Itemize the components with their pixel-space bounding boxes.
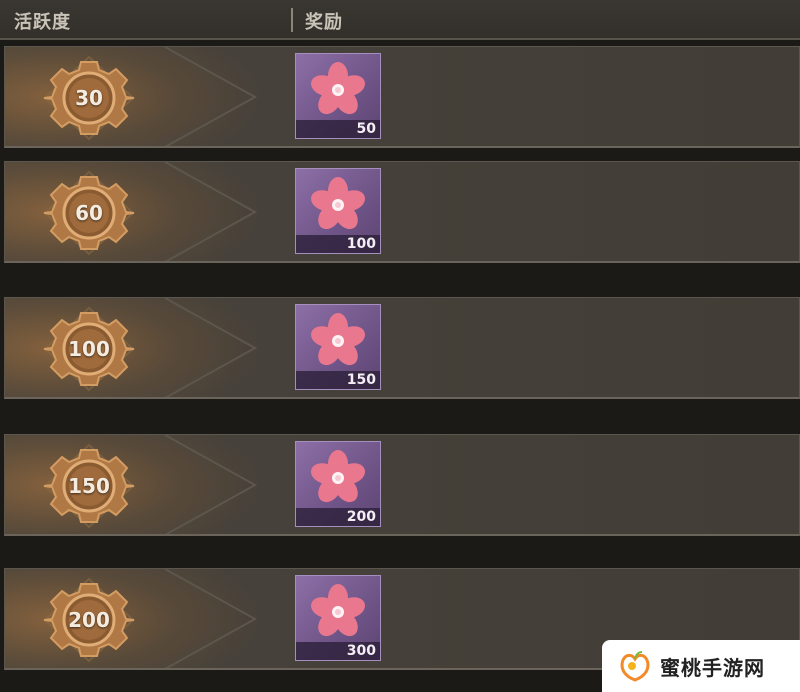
reward-row-1: 30 50 bbox=[4, 46, 800, 148]
pink-flower-icon bbox=[311, 177, 365, 230]
reward-quantity: 50 bbox=[356, 121, 376, 137]
pink-flower-icon bbox=[311, 313, 365, 366]
activity-value: 150 bbox=[68, 474, 110, 498]
chevron-decoration-icon bbox=[164, 435, 258, 534]
site-watermark: 蜜桃手游网 bbox=[602, 640, 800, 692]
reward-item-slot[interactable]: 50 bbox=[295, 53, 381, 139]
activity-value: 200 bbox=[68, 608, 110, 632]
reward-quantity: 150 bbox=[346, 372, 376, 388]
reward-quantity: 100 bbox=[346, 236, 376, 252]
activity-rewards-panel: 活跃度 奖励 30 50 60 100 100 150 150 200 200 … bbox=[0, 0, 800, 692]
reward-quantity: 300 bbox=[346, 643, 376, 659]
reward-item-slot[interactable]: 150 bbox=[295, 304, 381, 390]
reward-item-slot[interactable]: 100 bbox=[295, 168, 381, 254]
watermark-text: 蜜桃手游网 bbox=[660, 656, 765, 680]
pink-flower-icon bbox=[311, 62, 365, 115]
reward-column-header: 奖励 bbox=[305, 12, 343, 33]
chevron-decoration-icon bbox=[164, 569, 258, 668]
reward-quantity: 200 bbox=[346, 509, 376, 525]
pink-flower-icon bbox=[311, 450, 365, 503]
activity-value: 60 bbox=[75, 201, 103, 225]
reward-row-3: 100 150 bbox=[4, 297, 800, 399]
activity-column-header: 活跃度 bbox=[14, 12, 71, 33]
chevron-decoration-icon bbox=[164, 162, 258, 261]
pink-flower-icon bbox=[311, 584, 365, 637]
activity-value: 30 bbox=[75, 86, 103, 110]
reward-row-4: 150 200 bbox=[4, 434, 800, 536]
reward-item-slot[interactable]: 200 bbox=[295, 441, 381, 527]
chevron-decoration-icon bbox=[164, 47, 258, 146]
reward-row-2: 60 100 bbox=[4, 161, 800, 263]
header-divider bbox=[291, 8, 293, 32]
table-header: 活跃度 奖励 bbox=[0, 0, 800, 40]
peach-logo-icon bbox=[620, 651, 650, 682]
chevron-decoration-icon bbox=[164, 298, 258, 397]
reward-item-slot[interactable]: 300 bbox=[295, 575, 381, 661]
activity-value: 100 bbox=[68, 337, 110, 361]
